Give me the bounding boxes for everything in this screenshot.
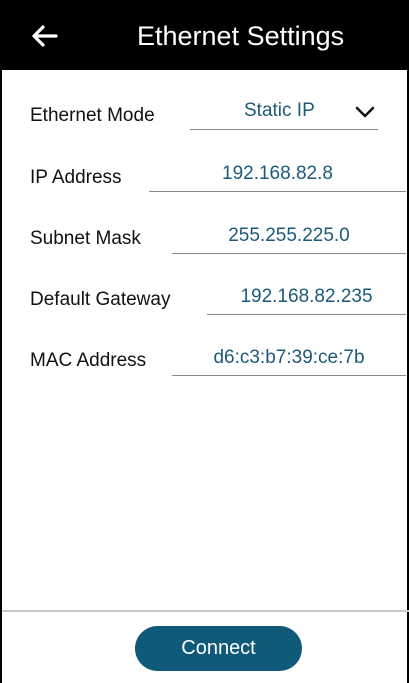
back-button[interactable] [24, 17, 64, 55]
subnet-mask-value: 255.255.225.0 [228, 224, 350, 246]
page-title: Ethernet Settings [137, 21, 345, 51]
default-gateway-value: 192.168.82.235 [240, 285, 373, 307]
ip-address-value: 192.168.82.8 [222, 162, 333, 184]
mac-address-value: d6:c3:b7:39:ce:7b [213, 346, 365, 368]
connect-button[interactable]: Connect [135, 626, 302, 671]
arrow-left-icon [32, 25, 58, 47]
subnet-mask-label: Subnet Mask [30, 228, 141, 249]
ethernet-settings-screen: Ethernet Settings Ethernet Mode Static I… [0, 0, 409, 683]
chevron-down-icon [355, 106, 375, 118]
mac-address-label: MAC Address [30, 350, 147, 371]
ethernet-mode-value: Static IP [244, 100, 315, 121]
header-bar: Ethernet Settings [2, 0, 409, 70]
default-gateway-field[interactable]: 192.168.82.235 [207, 279, 406, 315]
mac-address-field: d6:c3:b7:39:ce:7b [172, 340, 406, 376]
ethernet-mode-label: Ethernet Mode [30, 105, 155, 126]
default-gateway-label: Default Gateway [30, 289, 171, 310]
ip-address-label: IP Address [30, 167, 122, 188]
ethernet-mode-select[interactable]: Static IP [190, 94, 378, 130]
subnet-mask-field[interactable]: 255.255.225.0 [172, 218, 406, 254]
ip-address-field[interactable]: 192.168.82.8 [149, 156, 406, 192]
footer-divider [2, 610, 409, 612]
